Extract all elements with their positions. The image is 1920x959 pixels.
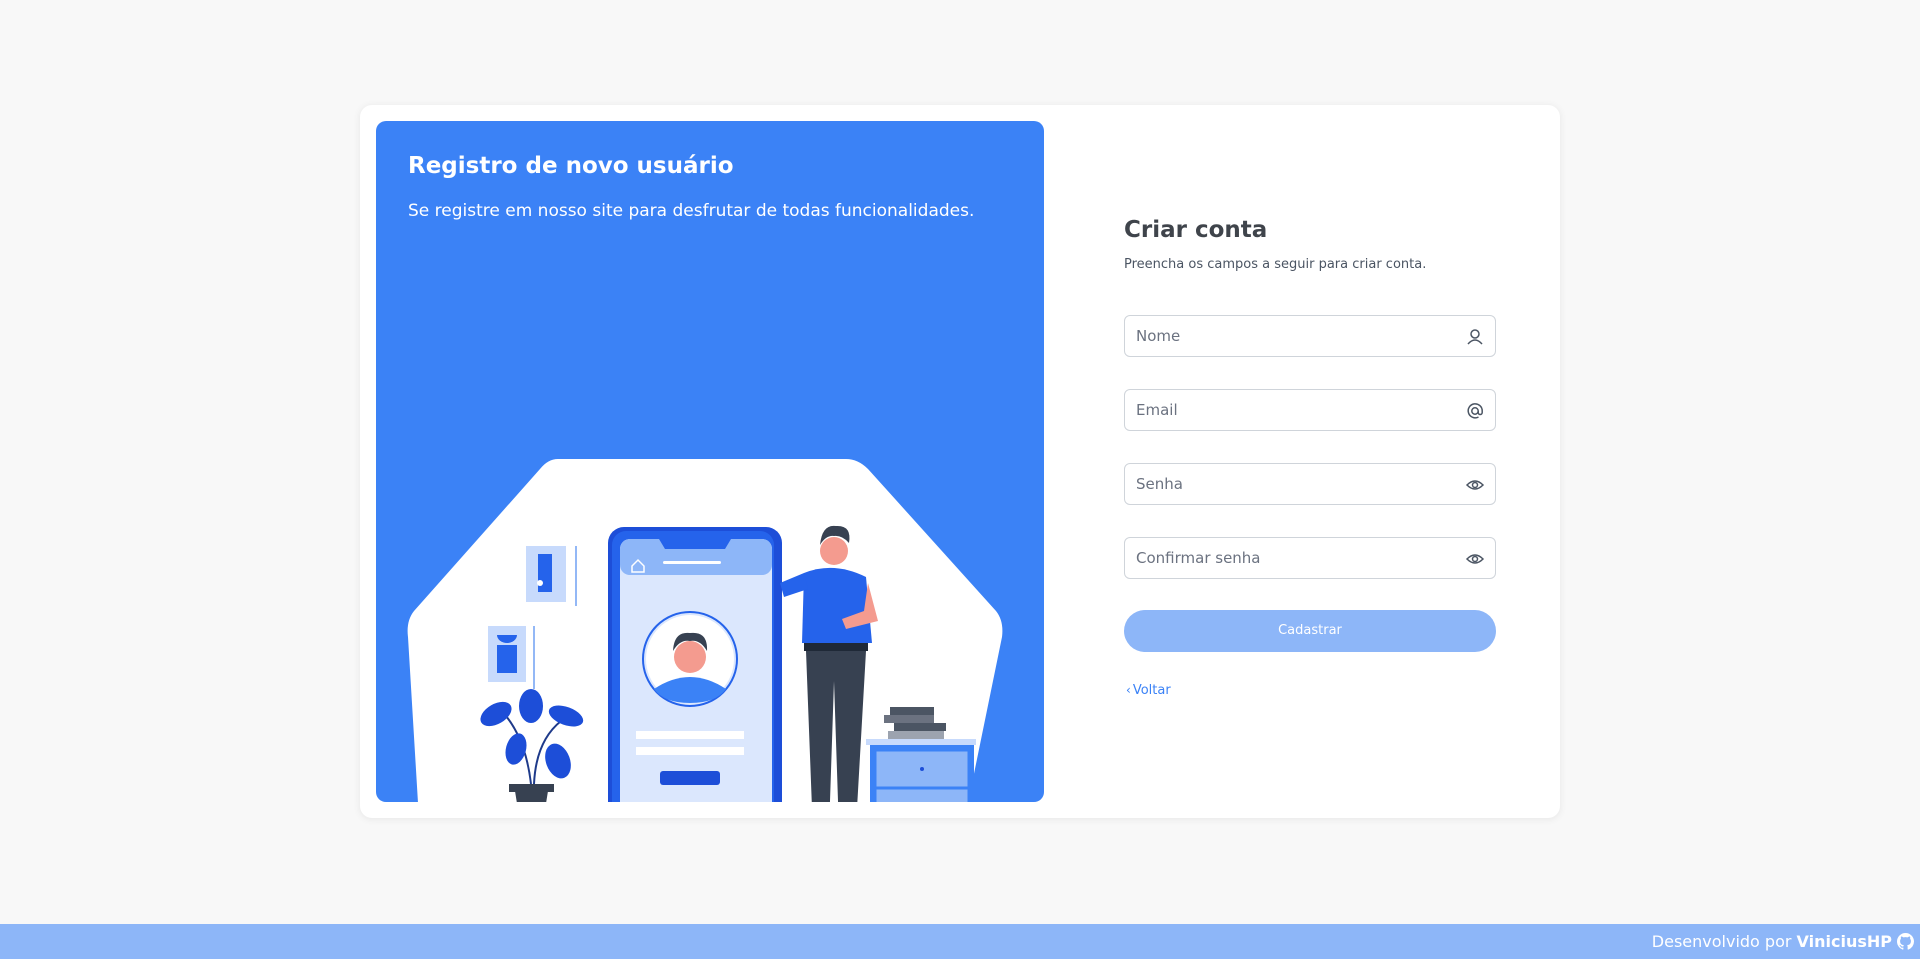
hero-panel: Registro de novo usuário Se registre em … (376, 121, 1044, 802)
footer-author-link[interactable]: ViniciusHP (1797, 932, 1892, 951)
register-card: Registro de novo usuário Se registre em … (360, 105, 1560, 818)
eye-icon[interactable] (1465, 549, 1485, 569)
signup-illustration (407, 459, 1003, 802)
github-icon[interactable] (1897, 933, 1914, 950)
register-form: Criar conta Preencha os campos a seguir … (1124, 105, 1496, 818)
form-subtitle: Preencha os campos a seguir para criar c… (1124, 257, 1427, 272)
chevron-left-icon: ‹ (1126, 683, 1131, 697)
password-input[interactable] (1125, 464, 1495, 504)
user-icon (1467, 329, 1483, 345)
register-button[interactable]: Cadastrar (1124, 610, 1496, 652)
back-link-label: Voltar (1132, 683, 1171, 698)
at-icon (1467, 403, 1483, 419)
hero-title: Registro de novo usuário (408, 153, 734, 179)
email-field-box (1124, 389, 1496, 431)
password-field-box (1124, 463, 1496, 505)
footer-prefix: Desenvolvido por (1651, 932, 1792, 951)
email-input[interactable] (1125, 390, 1495, 430)
name-input[interactable] (1125, 316, 1495, 356)
form-title: Criar conta (1124, 217, 1268, 243)
eye-icon[interactable] (1465, 475, 1485, 495)
name-field-box (1124, 315, 1496, 357)
back-link[interactable]: ‹ Voltar (1126, 683, 1171, 698)
confirm-password-field-box (1124, 537, 1496, 579)
hero-subtitle: Se registre em nosso site para desfrutar… (408, 201, 975, 221)
footer-credit: Desenvolvido por ViniciusHP (1652, 932, 1892, 951)
footer: Desenvolvido por ViniciusHP (0, 924, 1920, 959)
confirm-password-input[interactable] (1125, 538, 1495, 578)
